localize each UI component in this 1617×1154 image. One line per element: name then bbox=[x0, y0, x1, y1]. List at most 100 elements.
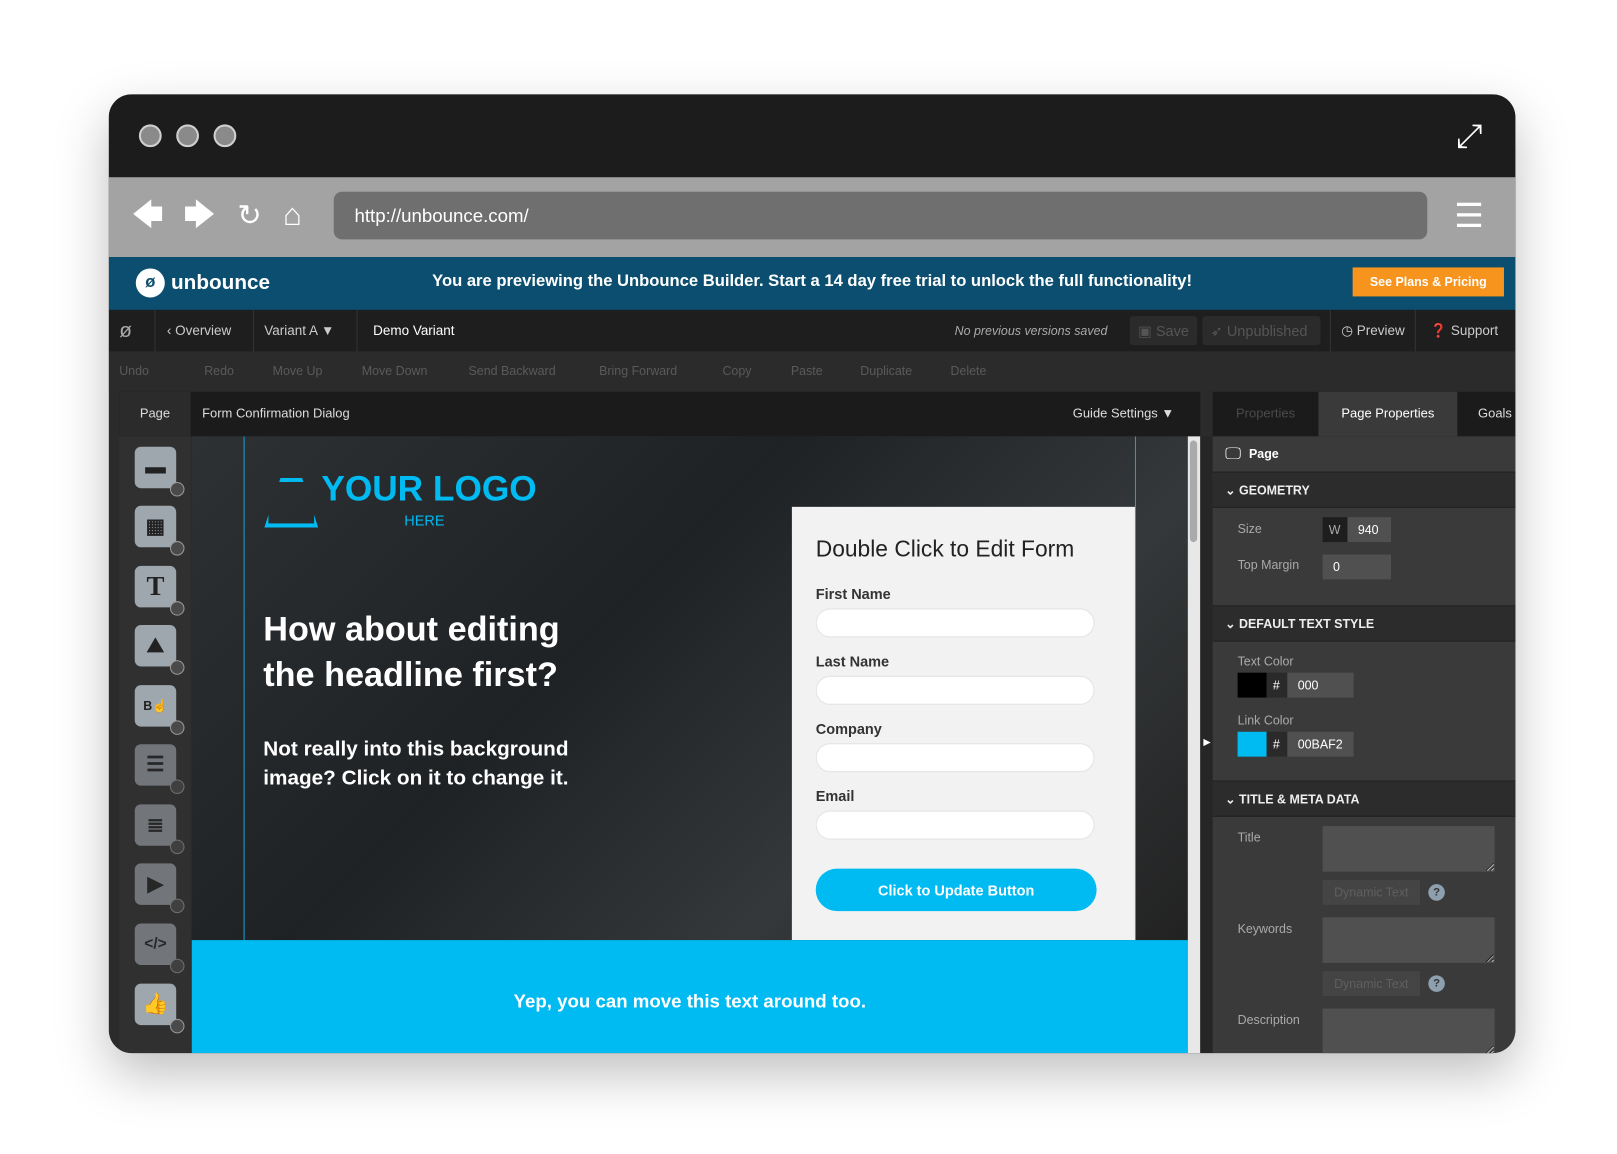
menu-icon[interactable]: ☰ bbox=[1454, 199, 1484, 232]
scroll-thumb[interactable] bbox=[1189, 440, 1198, 543]
first-name-label: First Name bbox=[815, 585, 891, 603]
top-margin-input[interactable]: 0 bbox=[1322, 554, 1391, 580]
text-style-section[interactable]: ⌄ DEFAULT TEXT STYLE bbox=[1212, 605, 1516, 642]
maximize-dot[interactable] bbox=[213, 124, 237, 148]
versions-status: No previous versions saved bbox=[954, 323, 1108, 338]
canvas-scrollbar[interactable] bbox=[1187, 436, 1201, 1054]
cyan-text[interactable]: Yep, you can move this text around too. bbox=[514, 991, 866, 1012]
save-button[interactable]: ▣ Save bbox=[1129, 316, 1198, 346]
link-color-input[interactable]: 00BAF2 bbox=[1287, 731, 1354, 757]
back-icon[interactable]: 🡄 bbox=[132, 200, 164, 231]
panel-tabs: Properties Page Properties Goals bbox=[1212, 391, 1516, 437]
element-rail: ▬ ▦ T ⛰ B☝ ☰ ≣ ▶ </> 👍 bbox=[119, 436, 191, 1054]
title-bar: ⤢ bbox=[108, 94, 1516, 178]
top-margin-label: Top Margin bbox=[1237, 557, 1300, 573]
undo-button[interactable]: Undo bbox=[119, 364, 149, 379]
box-tool-icon[interactable]: ▦ bbox=[134, 505, 185, 556]
social-tool-icon[interactable]: 👍 bbox=[134, 983, 185, 1034]
meta-heading: TITLE & META DATA bbox=[1239, 791, 1360, 807]
submit-button[interactable]: Click to Update Button bbox=[815, 868, 1097, 912]
bring-forward-button[interactable]: Bring Forward bbox=[599, 364, 677, 379]
unpublished-button[interactable]: ➶ Unpublished bbox=[1202, 316, 1321, 346]
reload-icon[interactable]: ↻ bbox=[237, 200, 261, 231]
variant-name[interactable]: Demo Variant bbox=[363, 310, 465, 351]
headline[interactable]: How about editing the headline first? bbox=[263, 606, 615, 697]
panel-divider: ▶ bbox=[1200, 436, 1213, 1054]
meta-section[interactable]: ⌄ TITLE & META DATA bbox=[1212, 780, 1516, 817]
edit-toolbar: Undo Redo Move Up Move Down Send Backwar… bbox=[108, 351, 1516, 392]
redo-button[interactable]: Redo bbox=[204, 364, 234, 379]
text-color-hash: # bbox=[1266, 672, 1288, 698]
minimize-dot[interactable] bbox=[176, 124, 200, 148]
see-plans-button[interactable]: See Plans & Pricing bbox=[1352, 267, 1504, 297]
form-tool-icon[interactable]: ☰ bbox=[134, 744, 185, 794]
guide-settings-dropdown[interactable]: Guide Settings ▼ bbox=[1073, 406, 1174, 421]
home-icon[interactable]: ⌂ bbox=[283, 200, 302, 231]
cyan-section[interactable]: Yep, you can move this text around too. bbox=[191, 940, 1188, 1054]
logo-main-text[interactable]: YOUR LOGO bbox=[321, 470, 536, 510]
video-tool-icon[interactable]: ▶ bbox=[134, 863, 185, 914]
width-prefix: W bbox=[1322, 517, 1348, 543]
builder-nav: ø ‹ Overview Variant A ▼ Demo Variant No… bbox=[108, 309, 1516, 379]
fullscreen-icon[interactable]: ⤢ bbox=[1456, 117, 1483, 156]
browser-window: ⤢ 🡄 🡆 ↻ ⌂ http://unbounce.com/ ☰ ø unboun… bbox=[108, 94, 1516, 1054]
copy-button[interactable]: Copy bbox=[722, 364, 751, 379]
text-tool-icon[interactable]: T bbox=[134, 565, 185, 616]
close-dot[interactable] bbox=[138, 124, 162, 148]
move-down-button[interactable]: Move Down bbox=[362, 364, 428, 379]
last-name-field[interactable] bbox=[815, 675, 1095, 705]
text-color-label: Text Color bbox=[1237, 654, 1294, 669]
link-color-hash: # bbox=[1266, 731, 1288, 757]
size-label: Size bbox=[1237, 521, 1262, 536]
forward-icon[interactable]: 🡆 bbox=[183, 200, 215, 231]
tab-form-confirmation[interactable]: Form Confirmation Dialog bbox=[202, 406, 350, 421]
list-tool-icon[interactable]: ≣ bbox=[134, 804, 185, 855]
width-input[interactable]: 940 bbox=[1347, 517, 1391, 543]
url-bar[interactable]: http://unbounce.com/ bbox=[333, 191, 1428, 240]
geometry-section[interactable]: ⌄ GEOMETRY bbox=[1212, 471, 1516, 508]
tab-page-properties[interactable]: Page Properties bbox=[1318, 391, 1458, 437]
title-dynamic-text-button[interactable]: Dynamic Text bbox=[1322, 879, 1421, 905]
tab-properties[interactable]: Properties bbox=[1213, 406, 1319, 421]
overview-link[interactable]: ‹ Overview bbox=[157, 309, 254, 352]
description-label: Description bbox=[1237, 1012, 1300, 1028]
email-field[interactable] bbox=[815, 810, 1095, 840]
help-icon[interactable]: ? bbox=[1428, 884, 1445, 901]
description-textarea[interactable] bbox=[1322, 1008, 1495, 1054]
collapse-arrow-icon[interactable]: ▶ bbox=[1203, 737, 1210, 748]
last-name-label: Last Name bbox=[815, 652, 890, 670]
variant-dropdown[interactable]: Variant A ▼ bbox=[254, 309, 358, 352]
browser-toolbar: 🡄 🡆 ↻ ⌂ http://unbounce.com/ ☰ bbox=[108, 177, 1516, 258]
link-color-swatch[interactable] bbox=[1237, 731, 1267, 757]
monitor-icon: 🖵 bbox=[1225, 445, 1242, 464]
keywords-textarea[interactable] bbox=[1322, 917, 1495, 963]
preview-button[interactable]: ◷ Preview bbox=[1329, 309, 1417, 352]
unbounce-icon[interactable]: ø bbox=[109, 309, 156, 352]
properties-panel: 🖵 Page ⌄ GEOMETRY Size W 940 Top Margin … bbox=[1212, 436, 1516, 1054]
support-menu[interactable]: ❓ Support ▼ bbox=[1420, 310, 1515, 379]
button-tool-icon[interactable]: B☝ bbox=[134, 685, 185, 735]
send-backward-button[interactable]: Send Backward bbox=[468, 364, 555, 379]
text-color-swatch[interactable] bbox=[1237, 672, 1267, 698]
duplicate-button[interactable]: Duplicate bbox=[860, 364, 912, 379]
title-textarea[interactable] bbox=[1322, 826, 1495, 872]
text-style-heading: DEFAULT TEXT STYLE bbox=[1239, 616, 1375, 632]
first-name-field[interactable] bbox=[815, 608, 1095, 638]
tab-page[interactable]: Page bbox=[119, 391, 191, 437]
code-tool-icon[interactable]: </> bbox=[134, 923, 185, 974]
lead-form[interactable]: Double Click to Edit Form First Name Las… bbox=[791, 506, 1135, 941]
keywords-dynamic-text-button[interactable]: Dynamic Text bbox=[1322, 971, 1421, 997]
company-label: Company bbox=[815, 720, 882, 737]
text-color-input[interactable]: 000 bbox=[1287, 672, 1354, 698]
title-label: Title bbox=[1237, 830, 1261, 845]
help-icon[interactable]: ? bbox=[1428, 975, 1445, 992]
delete-button[interactable]: Delete bbox=[950, 364, 986, 379]
move-up-button[interactable]: Move Up bbox=[273, 364, 323, 379]
save-label: Save bbox=[1155, 322, 1189, 339]
image-tool-icon[interactable]: ⛰ bbox=[134, 625, 185, 675]
tab-goals[interactable]: Goals bbox=[1478, 406, 1512, 421]
section-tool-icon[interactable]: ▬ bbox=[134, 446, 185, 497]
subtext[interactable]: Not really into this background image? C… bbox=[263, 735, 584, 793]
paste-button[interactable]: Paste bbox=[791, 364, 823, 379]
company-field[interactable] bbox=[815, 743, 1095, 773]
